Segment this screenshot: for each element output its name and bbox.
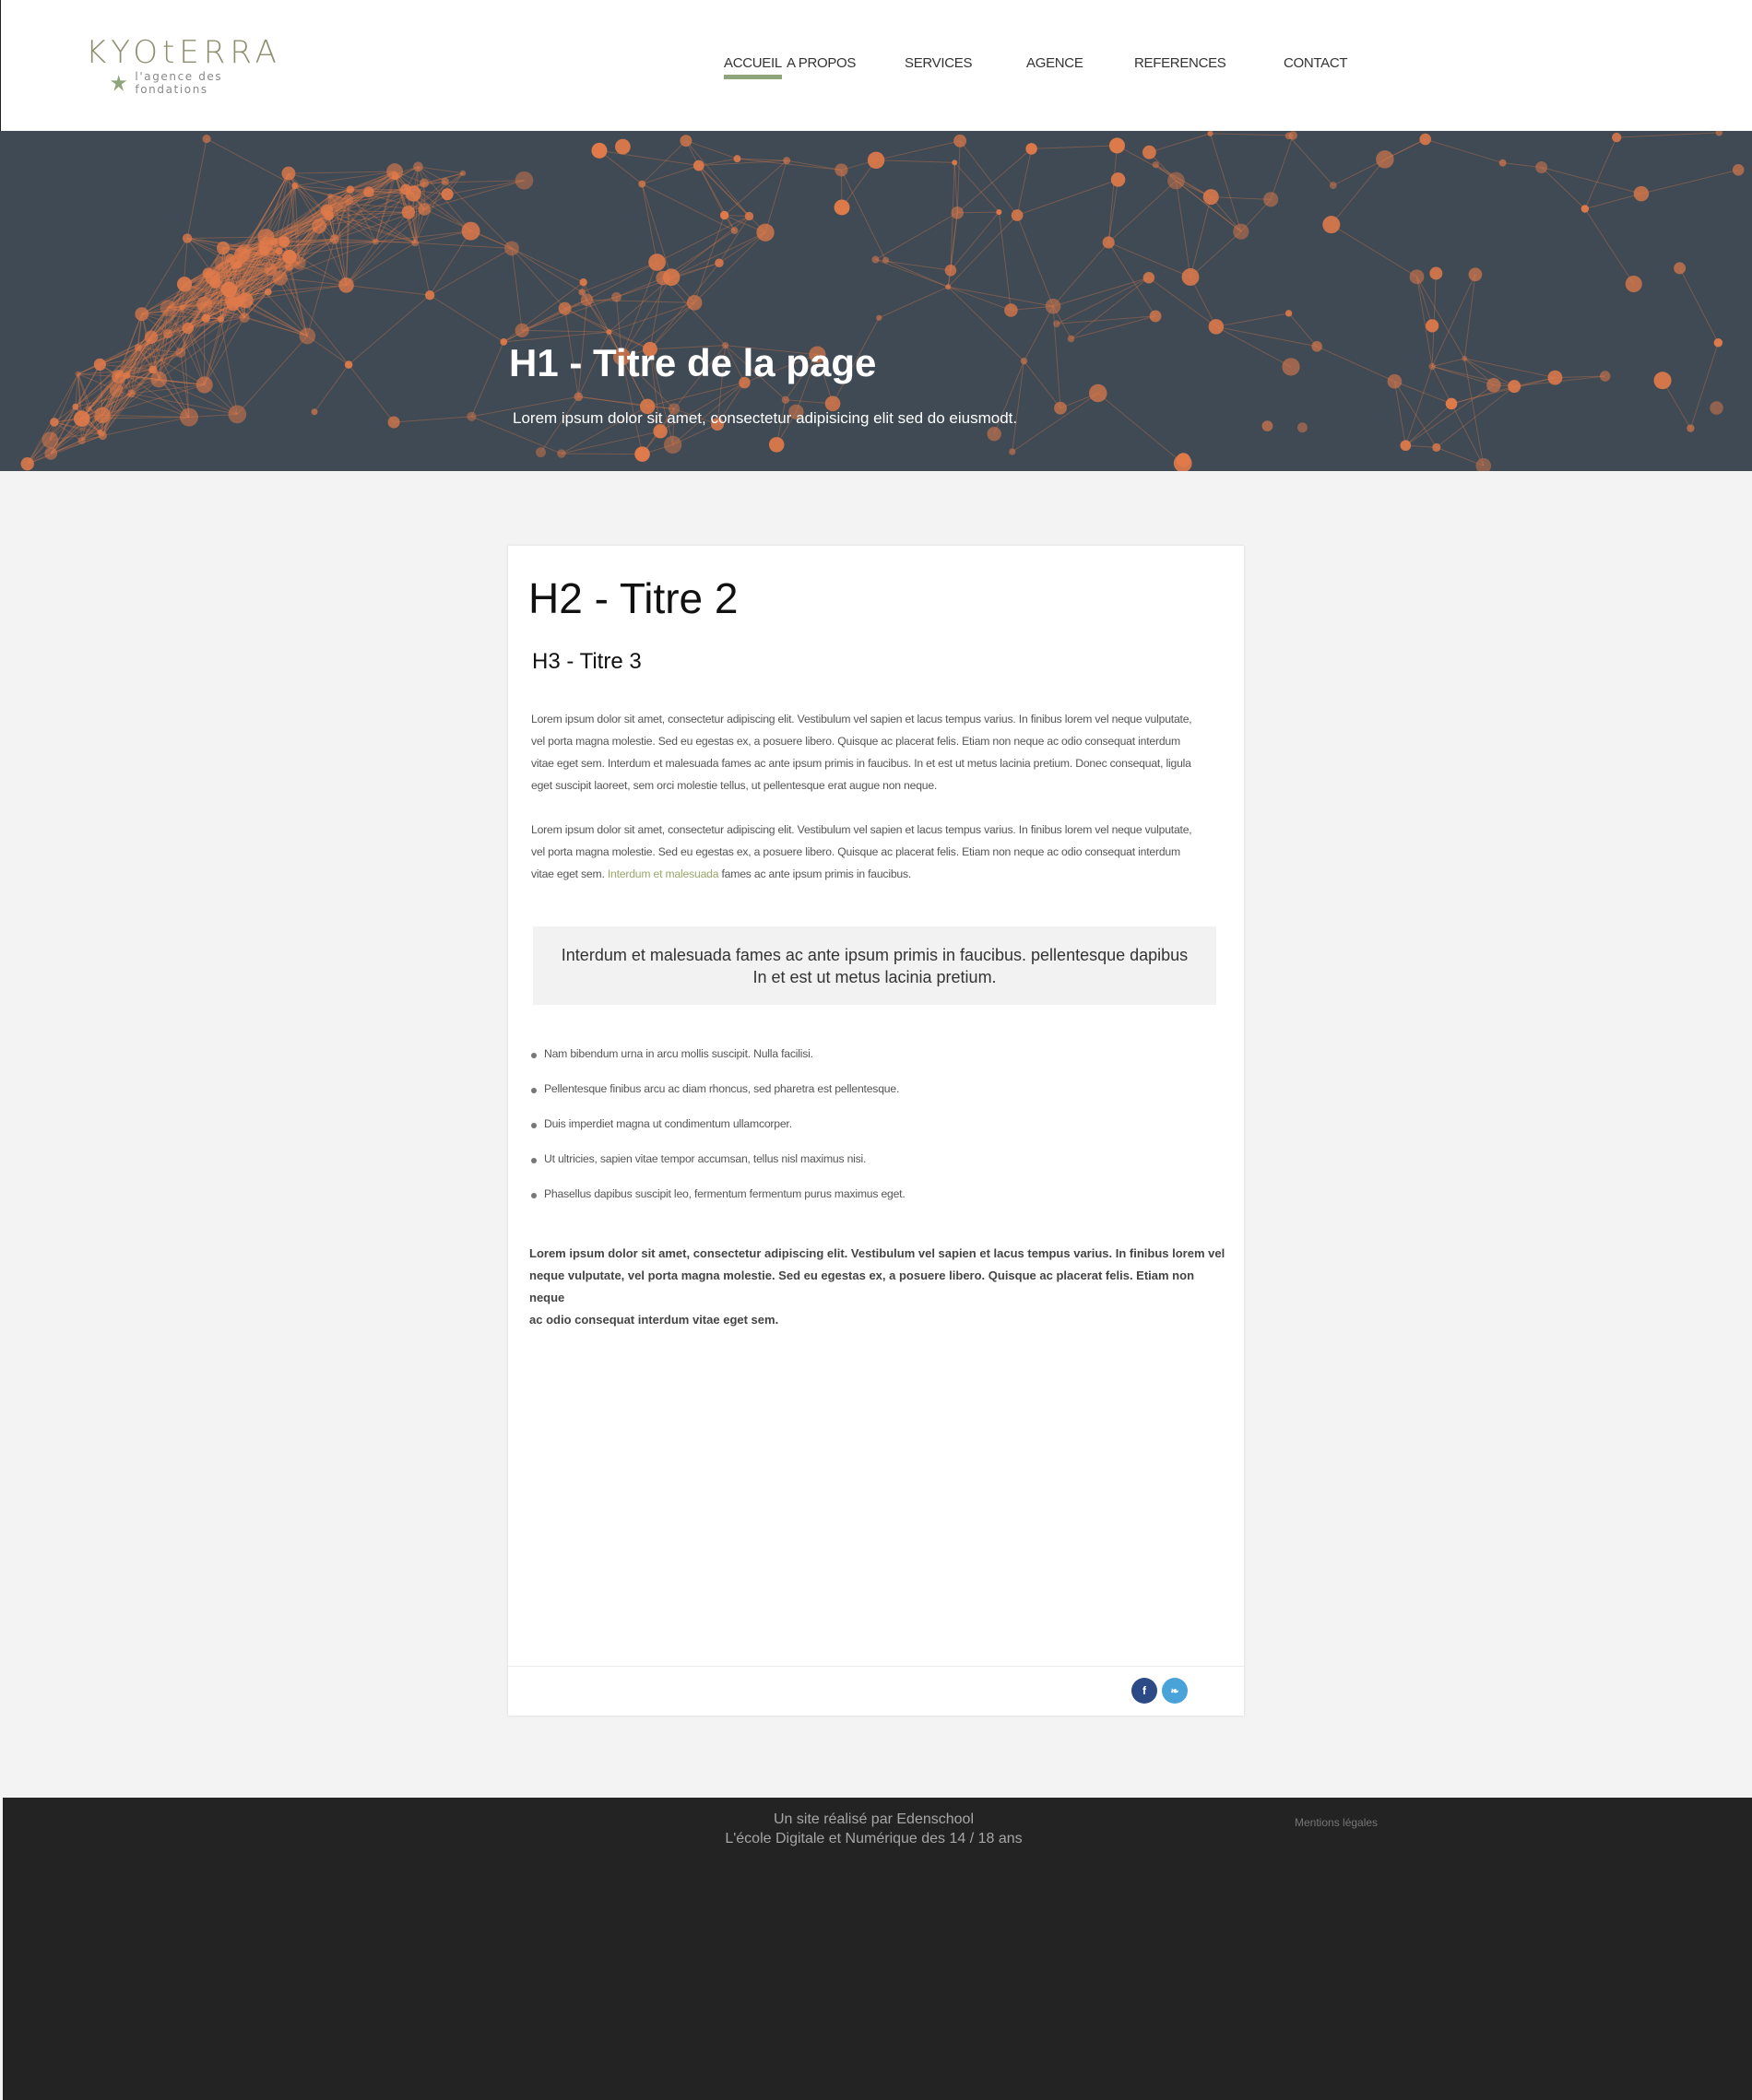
paragraph-line: neque vulputate, vel porta magna molesti… (529, 1268, 1195, 1304)
footer-school-line: L'école Digitale et Numérique des 14 / 1… (725, 1831, 1023, 1846)
heading-h3: H3 - Titre 3 (532, 649, 642, 674)
list-item: Pellentesque finibus arcu ac diam rhoncu… (531, 1082, 906, 1117)
paragraph-text: fames ac ante ipsum primis in faucibus. (718, 867, 912, 880)
legal-notice-link[interactable]: Mentions légales (1295, 1816, 1378, 1829)
list-item: Nam bibendum urna in arcu mollis suscipi… (531, 1047, 906, 1082)
page-subtitle: Lorem ipsum dolor sit amet, consectetur … (513, 409, 1018, 427)
star-icon (110, 75, 127, 91)
bullet-list: Nam bibendum urna in arcu mollis suscipi… (531, 1047, 906, 1222)
nav-item-accueil[interactable]: ACCUEIL (724, 55, 782, 79)
bold-paragraph: Lorem ipsum dolor sit amet, consectetur … (529, 1243, 1226, 1331)
logo-wordmark: KYOtERRA (86, 34, 281, 71)
nav-item-a-propos[interactable]: A PROPOS (787, 55, 856, 71)
site-footer: Un site réalisé par Edenschool L'école D… (3, 1798, 1752, 2100)
card-divider (508, 1666, 1244, 1667)
paragraph-line: eget suscipit laoreet, sem orci molestie… (531, 779, 938, 792)
footer-credit: Un site réalisé par Edenschool (773, 1811, 974, 1827)
quote-line: Interdum et malesuada fames ac ante ipsu… (561, 945, 1189, 964)
paragraph-line: vitae eget sem. Interdum et malesuada fa… (531, 863, 1223, 885)
nav-item-contact[interactable]: CONTACT (1284, 55, 1348, 71)
paragraph-line: Lorem ipsum dolor sit amet, consectetur … (531, 713, 1192, 726)
logo-tagline: l'agence des fondations (135, 70, 223, 96)
paragraph-line: vitae eget sem. Interdum et malesuada fa… (531, 757, 1191, 770)
paragraph-line: vel porta magna molestie. Sed eu egestas… (531, 735, 1180, 748)
nav-item-services[interactable]: SERVICES (905, 55, 972, 71)
quote-line: In et est ut metus lacinia pretium. (752, 967, 997, 986)
site-logo[interactable]: KYOtERRA l'agence des fondations (86, 34, 281, 96)
list-item: Duis imperdiet magna ut condimentum ulla… (531, 1117, 906, 1152)
paragraph-line: Lorem ipsum dolor sit amet, consectetur … (529, 1246, 1225, 1260)
inline-link[interactable]: Interdum et malesuada (608, 867, 719, 880)
twitter-icon[interactable]: ❧ (1162, 1678, 1188, 1704)
nav-item-references[interactable]: REFERENCES (1134, 55, 1226, 71)
heading-h2: H2 - Titre 2 (528, 574, 739, 622)
paragraph-text: vitae eget sem. (531, 867, 608, 880)
hero-banner: H1 - Titre de la page Lorem ipsum dolor … (0, 131, 1752, 471)
paragraph-line: vel porta magna molestie. Sed eu egestas… (531, 845, 1180, 858)
paragraph-line: Lorem ipsum dolor sit amet, consectetur … (531, 823, 1192, 836)
list-item: Ut ultricies, sapien vitae tempor accums… (531, 1152, 906, 1187)
page-title: H1 - Titre de la page (509, 341, 877, 384)
logo-subline: l'agence des fondations (110, 70, 281, 96)
paragraph-line: ac odio consequat interdum vitae eget se… (529, 1313, 779, 1327)
paragraph-2: Lorem ipsum dolor sit amet, consectetur … (531, 819, 1223, 885)
content-card: H2 - Titre 2 H3 - Titre 3 Lorem ipsum do… (508, 546, 1244, 1716)
paragraph-1: Lorem ipsum dolor sit amet, consectetur … (531, 708, 1223, 796)
blockquote: Interdum et malesuada fames ac ante ipsu… (533, 926, 1216, 1005)
nav-item-agence[interactable]: AGENCE (1026, 55, 1083, 71)
site-header: KYOtERRA l'agence des fondations ACCUEIL… (0, 0, 1752, 131)
list-item: Phasellus dapibus suscipit leo, fermentu… (531, 1187, 906, 1222)
facebook-icon[interactable]: f (1131, 1678, 1157, 1704)
